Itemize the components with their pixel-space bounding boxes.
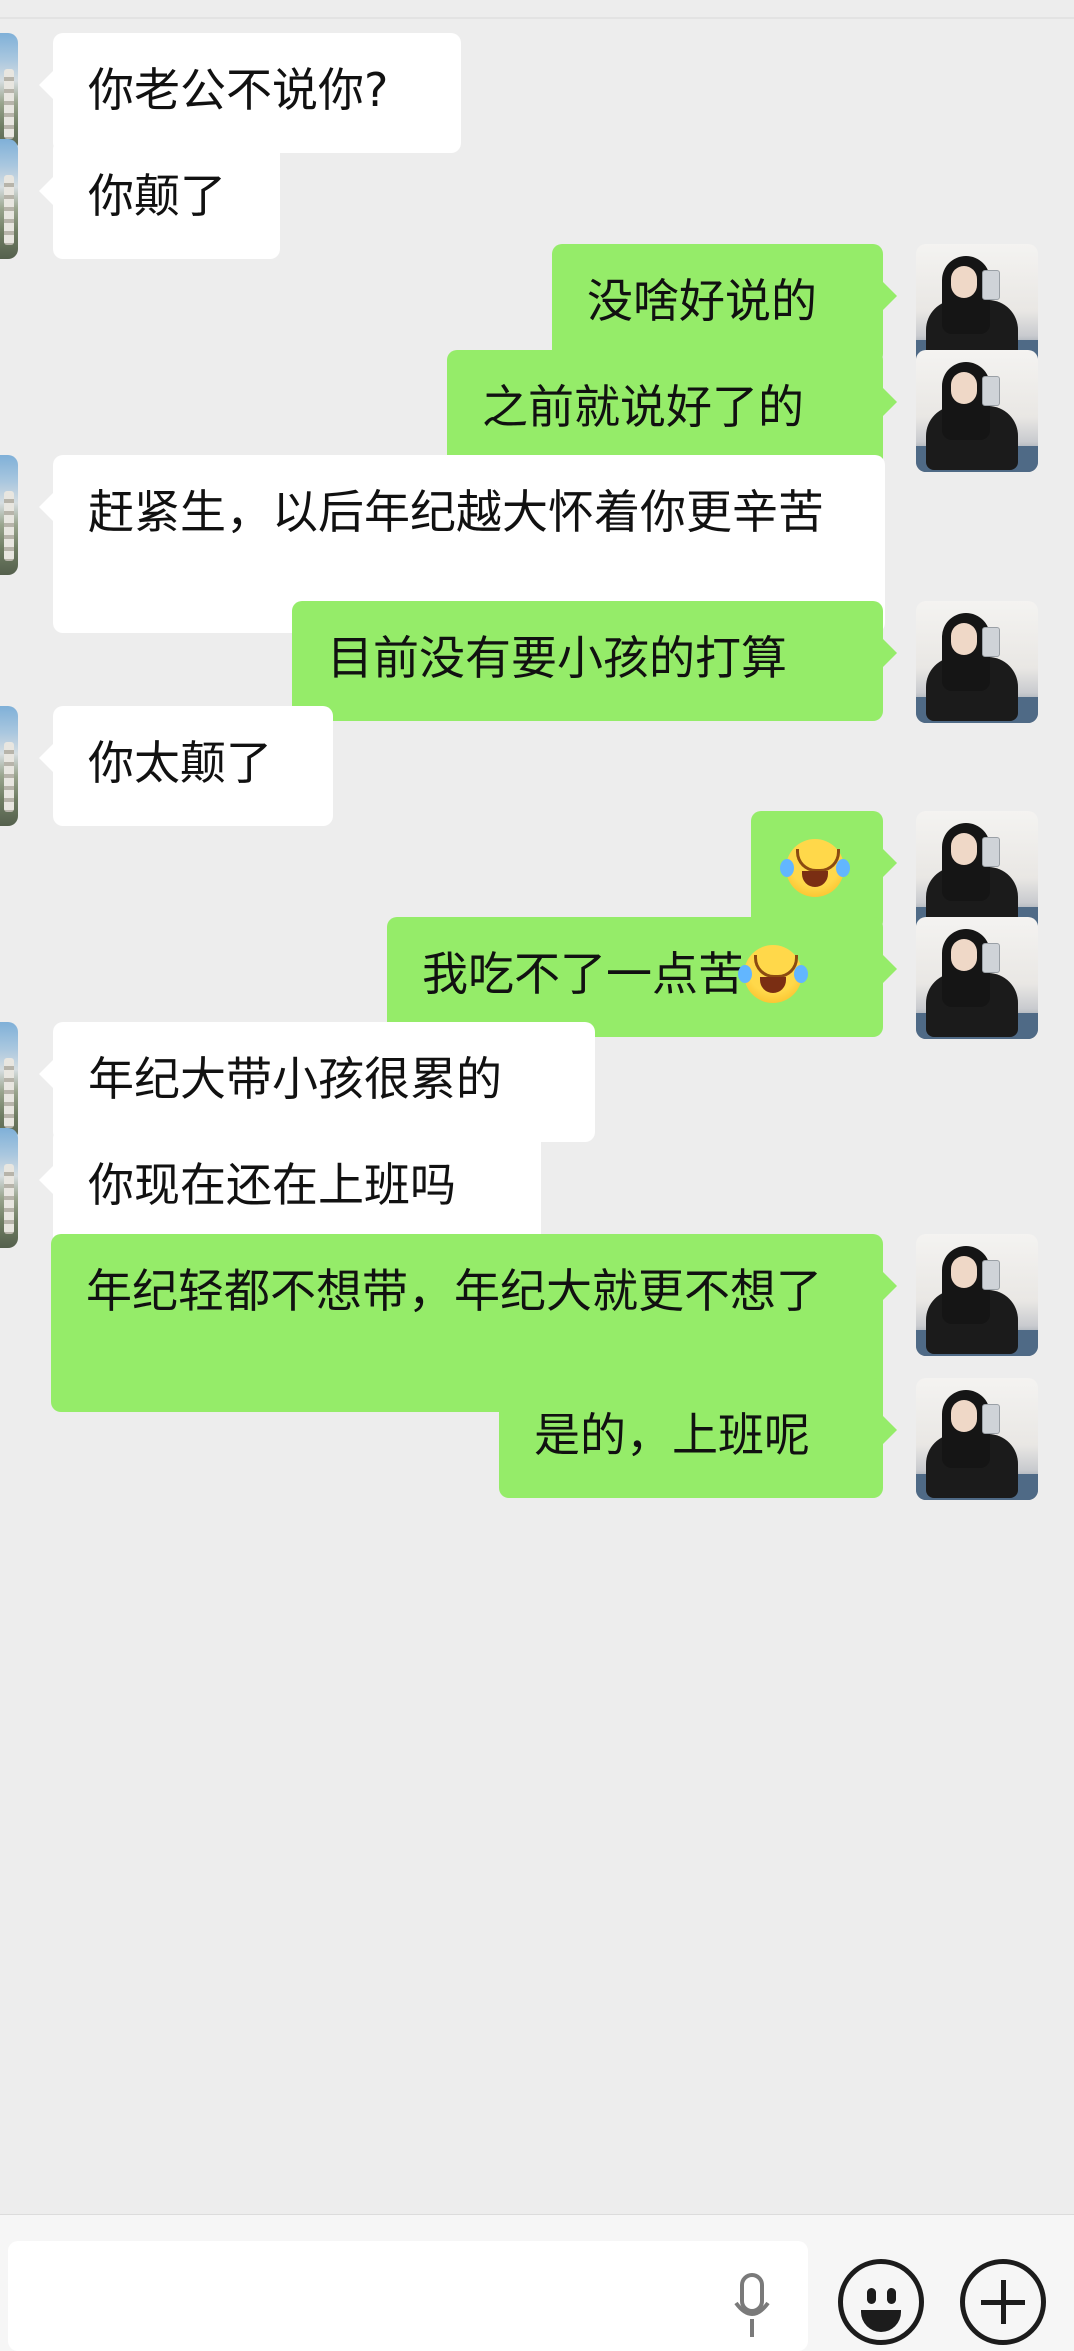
user-avatar[interactable] [916, 1234, 1038, 1356]
user-avatar[interactable] [916, 917, 1038, 1039]
message-text: 我吃不了一点苦 [422, 947, 744, 1001]
outgoing-message[interactable]: 我吃不了一点苦 [387, 917, 897, 1037]
message-text: 你太颠了 [88, 736, 272, 790]
tears-of-joy-emoji-icon [738, 944, 808, 1003]
incoming-message[interactable]: 你老公不说你? [39, 33, 461, 153]
incoming-message[interactable]: 你太颠了 [39, 706, 333, 826]
tears-of-joy-emoji-icon [780, 838, 850, 897]
outgoing-message[interactable]: 目前没有要小孩的打算 [292, 601, 897, 721]
message-text: 赶紧生，以后年纪越大怀着你更辛苦 [88, 485, 824, 539]
user-avatar[interactable] [916, 350, 1038, 472]
emoji-icon[interactable] [838, 2259, 924, 2345]
incoming-message[interactable]: 年纪大带小孩很累的 [39, 1022, 595, 1142]
contact-avatar[interactable] [0, 455, 18, 575]
message-text: 你老公不说你? [88, 63, 389, 117]
chat-area: 你老公不说你? 你颠了 没啥好说的 之前就说好了的 赶紧生，以后年纪越大怀着你更… [0, 0, 1074, 2214]
contact-avatar[interactable] [0, 139, 18, 259]
message-text: 之前就说好了的 [482, 380, 804, 434]
contact-avatar[interactable] [0, 706, 18, 826]
plus-icon[interactable] [960, 2259, 1046, 2345]
user-avatar[interactable] [916, 811, 1038, 933]
outgoing-message[interactable]: 之前就说好了的 [447, 350, 897, 470]
message-text: 目前没有要小孩的打算 [327, 631, 787, 685]
user-avatar[interactable] [916, 601, 1038, 723]
outgoing-message[interactable] [751, 811, 897, 931]
message-text: 年纪轻都不想带，年纪大就更不想了 [86, 1264, 822, 1318]
message-text: 年纪大带小孩很累的 [88, 1052, 502, 1106]
top-divider [0, 17, 1074, 19]
message-text: 没啥好说的 [587, 274, 817, 328]
outgoing-message[interactable]: 没啥好说的 [552, 244, 897, 364]
message-input[interactable] [8, 2241, 808, 2351]
incoming-message[interactable]: 你颠了 [39, 139, 280, 259]
user-avatar[interactable] [916, 244, 1038, 366]
message-text: 是的，上班呢 [534, 1408, 810, 1462]
incoming-message[interactable]: 你现在还在上班吗 [39, 1128, 541, 1248]
input-bar [0, 2214, 1074, 2351]
user-avatar[interactable] [916, 1378, 1038, 1500]
message-text: 你颠了 [88, 169, 226, 223]
contact-avatar[interactable] [0, 33, 18, 153]
contact-avatar[interactable] [0, 1022, 18, 1142]
outgoing-message[interactable]: 是的，上班呢 [499, 1378, 897, 1498]
message-text: 你现在还在上班吗 [88, 1158, 456, 1212]
microphone-icon[interactable] [730, 2273, 774, 2343]
contact-avatar[interactable] [0, 1128, 18, 1248]
